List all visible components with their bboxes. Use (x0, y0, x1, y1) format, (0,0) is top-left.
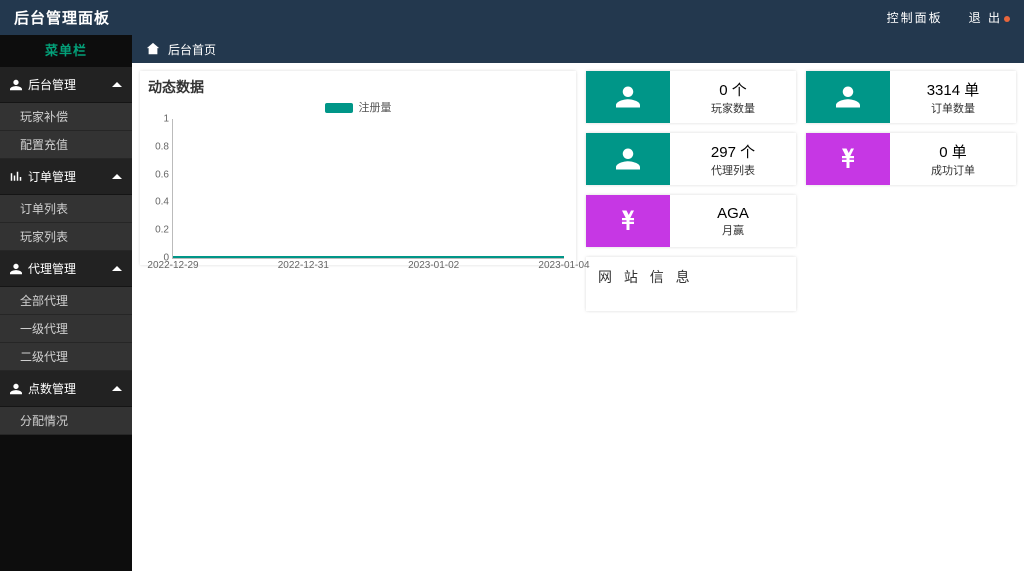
menu-head-3[interactable]: 点数管理 (0, 371, 132, 407)
tile-iconbox (806, 71, 890, 123)
user-icon (616, 85, 640, 109)
bars-icon (10, 171, 22, 183)
brand-title: 后台管理面板 (14, 7, 110, 28)
user-icon (836, 85, 860, 109)
tile-label: 成功订单 (931, 162, 975, 178)
chart-ytick: 0.6 (155, 169, 169, 180)
menu-item-3-0[interactable]: 分配情况 (0, 407, 132, 435)
logout-dot-icon (1004, 16, 1010, 22)
chevron-up-icon (112, 266, 122, 271)
tile-label: 订单数量 (931, 100, 975, 116)
tile-label: 玩家数量 (711, 100, 755, 116)
chart-xtick: 2022-12-31 (278, 260, 329, 271)
site-info-panel: 网 站 信 息 (586, 257, 796, 311)
menu-item-0-0[interactable]: 玩家补偿 (0, 103, 132, 131)
chart-xtick: 2023-01-04 (538, 260, 589, 271)
menu-item-2-1[interactable]: 一级代理 (0, 315, 132, 343)
menu-item-1-0[interactable]: 订单列表 (0, 195, 132, 223)
tile-value: 0 单 (939, 141, 967, 162)
chart-ytick: 0.8 (155, 141, 169, 152)
tile-iconbox (806, 133, 890, 185)
sidebar-title: 菜单栏 (0, 35, 132, 67)
chart-xtick: 2022-12-29 (147, 260, 198, 271)
stat-tile-1[interactable]: 3314 单订单数量 (806, 71, 1016, 123)
dashboard-link[interactable]: 控制面板 (887, 9, 943, 26)
user-icon (616, 147, 640, 171)
menu-item-0-1[interactable]: 配置充值 (0, 131, 132, 159)
chart-ytick: 0.4 (155, 197, 169, 208)
tile-value: 297 个 (711, 141, 755, 162)
stat-tile-0[interactable]: 0 个玩家数量 (586, 71, 796, 123)
yen-icon (836, 147, 860, 171)
chevron-up-icon (112, 386, 122, 391)
logout-label: 退 出 (969, 11, 1002, 25)
menu-head-0[interactable]: 后台管理 (0, 67, 132, 103)
chart-ytick: 0.2 (155, 225, 169, 236)
chevron-up-icon (112, 174, 122, 179)
user-icon (10, 383, 22, 395)
stat-tile-2[interactable]: 297 个代理列表 (586, 133, 796, 185)
chart-title: 动态数据 (148, 77, 568, 97)
tile-iconbox (586, 195, 670, 247)
tile-iconbox (586, 133, 670, 185)
chart-xtick: 2023-01-02 (408, 260, 459, 271)
tile-label: 代理列表 (711, 162, 755, 178)
breadcrumb: 后台首页 (132, 35, 1024, 63)
tile-value: AGA (717, 205, 749, 222)
chart-ytick: 1 (163, 114, 169, 125)
stat-tiles: 0 个玩家数量3314 单订单数量297 个代理列表0 单成功订单AGA月赢 网… (586, 71, 1016, 311)
tile-value: 0 个 (719, 79, 747, 100)
chart-series-line (173, 256, 564, 258)
stat-tile-3[interactable]: 0 单成功订单 (806, 133, 1016, 185)
chevron-up-icon (112, 82, 122, 87)
yen-icon (616, 209, 640, 233)
tile-label: 月赢 (722, 222, 744, 238)
menu-head-2[interactable]: 代理管理 (0, 251, 132, 287)
site-info-title: 网 站 信 息 (598, 269, 694, 285)
main: 后台首页 动态数据 注册量 00.20.40.60.81 2022-12-292… (132, 35, 1024, 571)
tile-iconbox (586, 71, 670, 123)
chart-plot: 00.20.40.60.81 2022-12-292022-12-312023-… (172, 119, 564, 259)
user-icon (10, 79, 22, 91)
menu-item-2-0[interactable]: 全部代理 (0, 287, 132, 315)
legend-swatch-icon (325, 103, 353, 113)
sidebar: 菜单栏 后台管理玩家补偿配置充值订单管理订单列表玩家列表代理管理全部代理一级代理… (0, 35, 132, 571)
stat-tile-4[interactable]: AGA月赢 (586, 195, 796, 247)
chart-panel: 动态数据 注册量 00.20.40.60.81 2022-12-292022-1… (140, 71, 576, 265)
topbar: 后台管理面板 控制面板 退 出 (0, 0, 1024, 35)
menu-item-2-2[interactable]: 二级代理 (0, 343, 132, 371)
home-icon (146, 42, 160, 56)
menu-item-1-1[interactable]: 玩家列表 (0, 223, 132, 251)
menu-head-1[interactable]: 订单管理 (0, 159, 132, 195)
tile-value: 3314 单 (927, 79, 980, 100)
chart-legend: 注册量 (148, 99, 568, 115)
user-icon (10, 263, 22, 275)
breadcrumb-page: 后台首页 (168, 41, 216, 58)
logout-link[interactable]: 退 出 (969, 9, 1010, 26)
